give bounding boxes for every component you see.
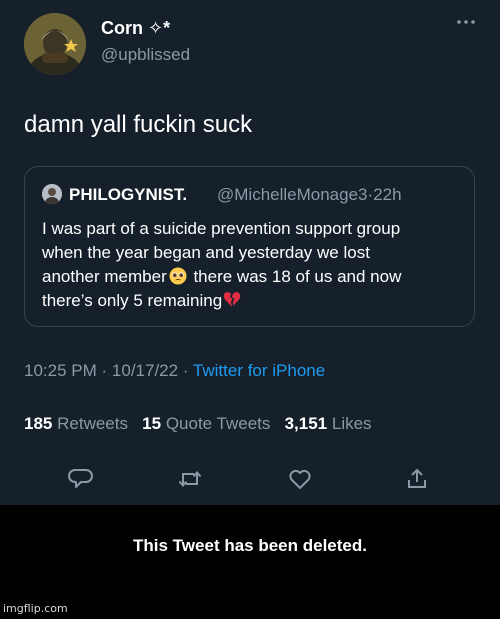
author-handle[interactable]: @upblissed <box>101 45 190 65</box>
tweet-source-link[interactable]: Twitter for iPhone <box>193 361 325 380</box>
likes-count: 3,151 <box>284 414 328 433</box>
retweets-count: 185 <box>24 414 53 433</box>
quoted-author-name: PHILOGYNIST. <box>69 185 188 204</box>
quoted-line-3a: another member <box>42 267 167 286</box>
watermark: imgflip.com <box>3 602 68 615</box>
like-icon[interactable] <box>287 466 313 492</box>
reply-icon[interactable] <box>68 466 94 492</box>
more-options-icon[interactable] <box>455 16 477 28</box>
quoted-tweet[interactable]: PHILOGYNIST. @MichelleMonage3·22h I was … <box>24 166 475 327</box>
tweet-text: damn yall fuckin suck <box>24 111 253 138</box>
quoted-line-4-text: there’s only 5 remaining <box>42 291 223 310</box>
broken-heart-emoji-icon <box>223 292 241 307</box>
quoted-line-2: when the year began and yesterday we los… <box>42 243 370 262</box>
quote-tweets-stat[interactable]: 15 Quote Tweets <box>142 414 270 433</box>
avatar[interactable] <box>24 13 86 75</box>
quoted-line-3: another member there was 18 of us and no… <box>42 265 470 289</box>
quoted-avatar <box>42 184 62 204</box>
quoted-time: 22h <box>373 185 402 204</box>
deleted-banner <box>0 505 500 619</box>
tweet-stats: 185 Retweets 15 Quote Tweets 3,151 Likes <box>24 414 372 434</box>
deleted-notice: This Tweet has been deleted. <box>133 536 367 555</box>
tweet-card: Corn ✧* @upblissed damn yall fuckin suck… <box>0 0 500 505</box>
tweet-time: 10:25 PM <box>24 361 97 380</box>
likes-stat[interactable]: 3,151 Likes <box>285 414 372 433</box>
retweets-label: Retweets <box>57 414 128 433</box>
quoted-line-4: there’s only 5 remaining <box>42 289 470 313</box>
quoted-tweet-text: I was part of a suicide prevention suppo… <box>42 217 470 313</box>
meta-separator-1: · <box>101 361 108 380</box>
quotes-label: Quote Tweets <box>165 414 271 433</box>
quoted-author-handle: @MichelleMonage3 <box>217 185 368 204</box>
share-icon[interactable] <box>404 466 430 492</box>
quoted-line-3b: there was 18 of us and now <box>188 267 402 286</box>
quoted-avatar-photo-icon <box>42 184 62 204</box>
likes-label: Likes <box>331 414 372 433</box>
pleading-face-emoji-icon <box>169 267 187 285</box>
tweet-date: 10/17/22 <box>111 361 179 380</box>
author-display-name[interactable]: Corn ✧* <box>101 18 170 39</box>
retweet-icon[interactable] <box>177 466 203 492</box>
quoted-line-1: I was part of a suicide prevention suppo… <box>42 219 401 238</box>
tweet-meta: 10:25 PM · 10/17/22 · Twitter for iPhone <box>24 361 325 381</box>
meta-separator-2: · <box>182 361 189 380</box>
retweets-stat[interactable]: 185 Retweets <box>24 414 128 433</box>
quotes-count: 15 <box>142 414 162 433</box>
quoted-author-meta: @MichelleMonage3·22h <box>217 185 402 205</box>
avatar-photo-icon <box>24 13 86 75</box>
